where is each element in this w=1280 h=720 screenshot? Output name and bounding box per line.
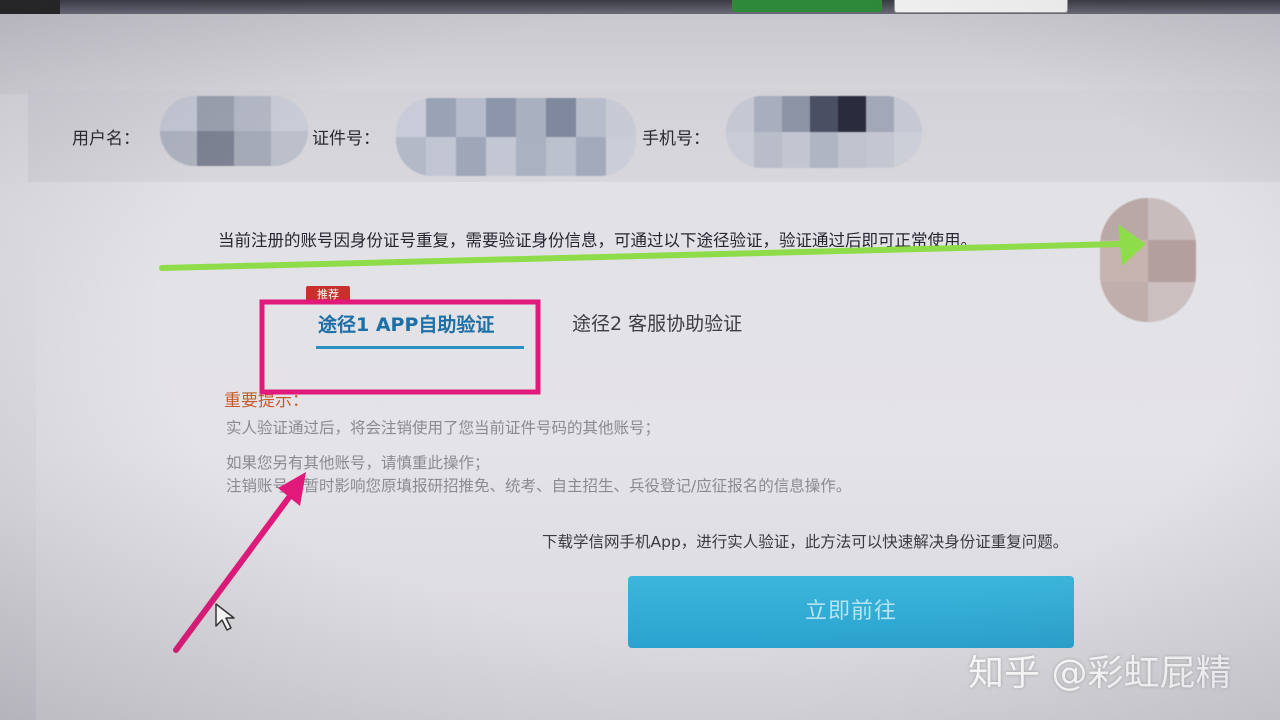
recommended-badge: 推荐	[306, 286, 350, 304]
username-label: 用户名：	[72, 129, 140, 149]
top-left-corner	[0, 0, 60, 14]
right-redacted-blob	[1100, 198, 1196, 322]
duplicate-id-notice: 当前注册的账号因身份证号重复，需要验证身份信息，可通过以下途径验证，验证通过后即…	[218, 231, 977, 250]
tip-line-1: 实人验证通过后，将会注销使用了您当前证件号码的其他账号；	[226, 419, 661, 437]
zhihu-watermark: 知乎 @彩虹屁精	[968, 653, 1232, 694]
important-tips-title: 重要提示：	[224, 391, 309, 411]
username-redacted	[160, 96, 308, 166]
phone-redacted	[726, 96, 922, 168]
tab-customer-service-verification[interactable]: 途径2 客服协助验证	[572, 309, 742, 336]
tab-app-self-verification[interactable]: 途径1 APP自助验证	[318, 310, 494, 337]
active-tab-underline	[316, 346, 524, 349]
screenshot-photo: 用户名： 证件号： 手机号： 当前注册的账号因身份证号重复，需要验证身份信息，可…	[0, 0, 1280, 720]
browser-top-strip	[0, 0, 1280, 14]
top-select-box[interactable]	[894, 0, 1068, 13]
go-now-button[interactable]: 立即前往	[628, 576, 1074, 648]
download-app-text: 下载学信网手机App，进行实人验证，此方法可以快速解决身份证重复问题。	[542, 533, 1069, 551]
tip-line-3: 注销账号会暂时影响您原填报研招推免、统考、自主招生、兵役登记/应征报名的信息操作…	[226, 477, 852, 495]
phone-label: 手机号：	[642, 129, 710, 149]
top-green-button[interactable]	[732, 0, 882, 12]
header-band	[0, 14, 1280, 94]
tip-line-2: 如果您另有其他账号，请慎重此操作；	[226, 454, 490, 472]
id-number-redacted	[396, 98, 636, 176]
id-number-label: 证件号：	[312, 129, 380, 149]
